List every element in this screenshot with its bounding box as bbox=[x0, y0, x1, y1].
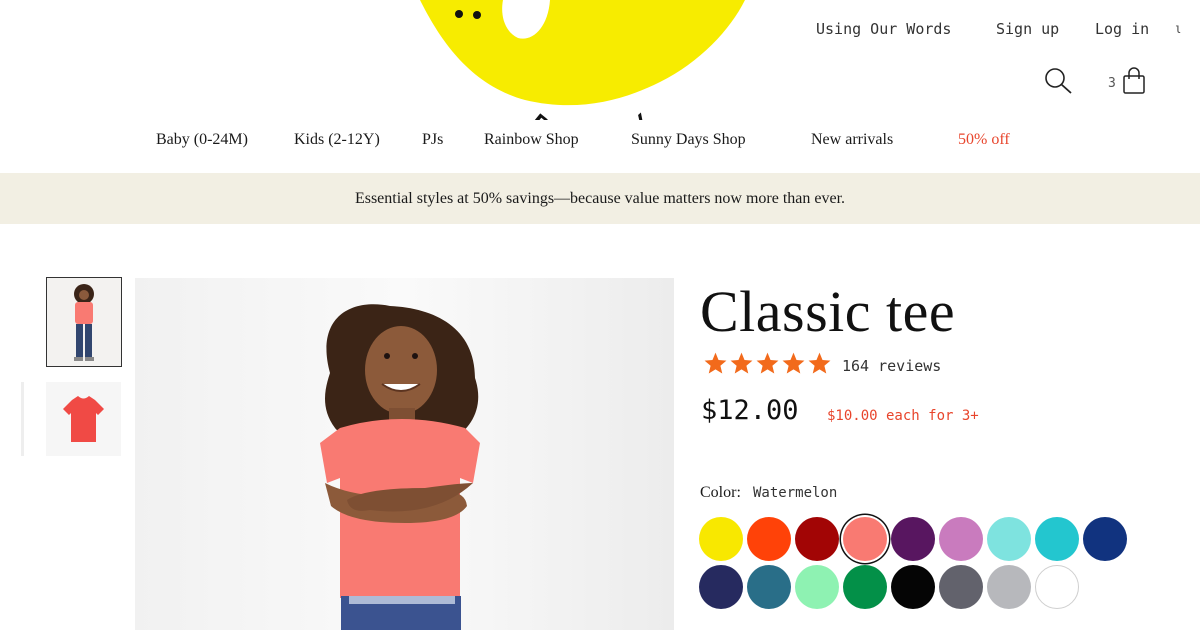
star-icon bbox=[782, 352, 805, 374]
brand-logo: PRIMARY bbox=[0, 0, 1200, 120]
nav-kids[interactable]: Kids (2-12Y) bbox=[294, 131, 380, 149]
logo-home-link[interactable] bbox=[410, 0, 750, 112]
thumbnail-flat-tee[interactable] bbox=[46, 382, 121, 456]
star-icon bbox=[808, 352, 831, 374]
nav-baby[interactable]: Baby (0-24M) bbox=[156, 131, 248, 149]
product-photo-illustration bbox=[135, 278, 674, 630]
nav-rainbow-shop[interactable]: Rainbow Shop bbox=[484, 131, 579, 149]
nav-sale[interactable]: 50% off bbox=[958, 131, 1010, 149]
product-title: Classic tee bbox=[700, 279, 956, 344]
search-button[interactable] bbox=[1043, 66, 1073, 96]
color-swatch[interactable] bbox=[795, 565, 839, 609]
color-swatch[interactable] bbox=[747, 517, 791, 561]
main-product-image[interactable] bbox=[135, 278, 674, 630]
reviews-link[interactable]: 164 reviews bbox=[842, 357, 941, 375]
search-icon bbox=[1045, 68, 1072, 94]
bulk-pricing: $10.00 each for 3+ bbox=[827, 408, 979, 424]
promo-banner: Essential styles at 50% savings—because … bbox=[0, 173, 1200, 224]
thumbnail-model[interactable] bbox=[46, 277, 122, 367]
color-label: Color: bbox=[700, 484, 741, 501]
nav-pjs[interactable]: PJs bbox=[422, 131, 443, 149]
color-swatch[interactable] bbox=[891, 517, 935, 561]
nav-new-arrivals[interactable]: New arrivals bbox=[811, 131, 893, 149]
color-swatch[interactable] bbox=[939, 517, 983, 561]
color-swatch[interactable] bbox=[699, 517, 743, 561]
promo-text: Essential styles at 50% savings—because … bbox=[354, 189, 846, 207]
cart-button[interactable]: 3 bbox=[1108, 66, 1152, 96]
gallery-scroll-indicator bbox=[21, 382, 24, 456]
color-swatch[interactable] bbox=[843, 565, 887, 609]
flat-tee-thumbnail-image bbox=[46, 382, 121, 456]
shopping-bag-icon bbox=[1123, 67, 1145, 94]
color-swatch[interactable] bbox=[1035, 517, 1079, 561]
cart-count: 3 bbox=[1108, 75, 1116, 91]
main-navigation: Baby (0-24M) Kids (2-12Y) PJs Rainbow Sh… bbox=[0, 131, 1200, 155]
color-swatch[interactable] bbox=[891, 565, 935, 609]
star-icon bbox=[730, 352, 753, 374]
color-swatch[interactable] bbox=[987, 517, 1031, 561]
product-price: $12.00 bbox=[701, 395, 799, 426]
sign-up-link[interactable]: Sign up bbox=[996, 20, 1059, 38]
color-swatch[interactable] bbox=[747, 565, 791, 609]
model-thumbnail-image bbox=[47, 278, 120, 365]
color-swatch[interactable] bbox=[699, 565, 743, 609]
star-icon bbox=[756, 352, 779, 374]
color-swatch[interactable] bbox=[939, 565, 983, 609]
using-our-words-link[interactable]: Using Our Words bbox=[816, 20, 951, 38]
star-icon bbox=[704, 352, 727, 374]
color-swatch[interactable] bbox=[843, 517, 887, 561]
color-swatch[interactable] bbox=[795, 517, 839, 561]
rating-stars[interactable] bbox=[703, 351, 832, 376]
log-in-link[interactable]: Log in bbox=[1095, 20, 1149, 38]
color-swatch[interactable] bbox=[987, 565, 1031, 609]
nav-sunny-days-shop[interactable]: Sunny Days Shop bbox=[631, 131, 746, 149]
truncated-link[interactable]: ι bbox=[1174, 22, 1182, 37]
color-swatch[interactable] bbox=[1083, 517, 1127, 561]
color-swatch[interactable] bbox=[1035, 565, 1079, 609]
selected-color-name: Watermelon bbox=[753, 485, 838, 501]
